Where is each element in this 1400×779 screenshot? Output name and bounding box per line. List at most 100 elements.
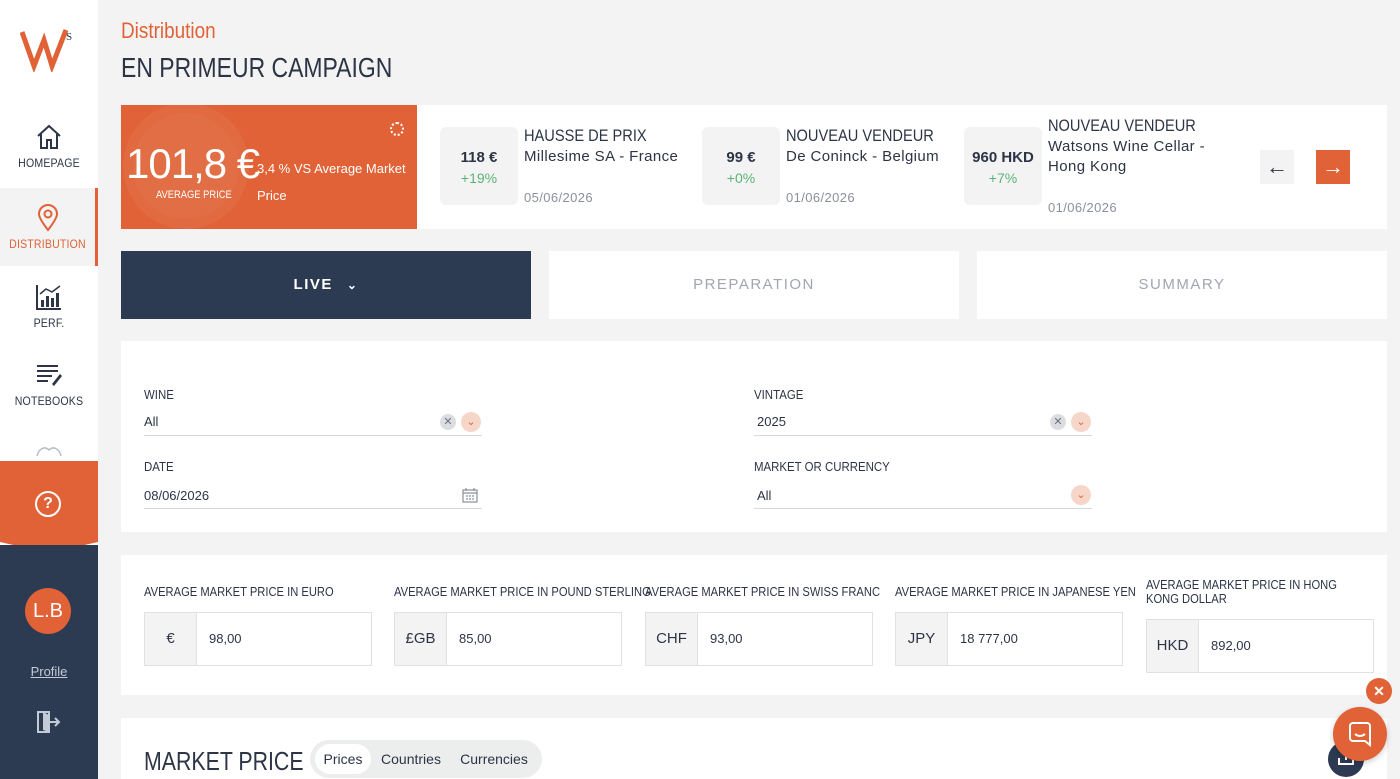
wine-label: WINE [144, 387, 174, 402]
market-select[interactable]: All [757, 488, 771, 503]
tab-summary[interactable]: SUMMARY [977, 251, 1387, 319]
nav-distribution[interactable]: DISTRIBUTION [0, 188, 98, 266]
help-icon[interactable]: ? [35, 491, 61, 517]
tab-preparation-label: PREPARATION [693, 276, 815, 293]
news-change: +0% [726, 170, 756, 186]
vintage-clear-icon[interactable]: ✕ [1050, 414, 1066, 430]
profile-link[interactable]: Profile [0, 664, 98, 679]
chevron-down-icon: ⌄ [346, 278, 359, 292]
average-vs-text: 3,4 % VS Average Market Price [257, 161, 406, 203]
news-title: NOUVEAU VENDEUR [786, 126, 934, 145]
next-arrow-button[interactable]: → [1316, 150, 1350, 184]
market-price-value: 98,00 [209, 631, 242, 646]
market-price-value: 18 777,00 [960, 631, 1018, 646]
market-price-label: AVERAGE MARKET PRICE IN SWISS FRANC [645, 584, 881, 599]
prev-arrow-button[interactable]: ← [1260, 150, 1294, 184]
nav-label-distribution: DISTRIBUTION [9, 237, 86, 251]
wine-select[interactable]: All [144, 414, 158, 429]
average-price-value: 101,8 € [126, 140, 260, 187]
market-price-section: MARKET PRICE Prices Countries Currencies [121, 718, 1387, 779]
market-price-value: 892,00 [1211, 638, 1251, 653]
date-underline [144, 508, 482, 509]
news-date: 01/06/2026 [1048, 200, 1118, 215]
close-icon[interactable]: ✕ [1366, 678, 1392, 704]
market-chevron-down-icon[interactable]: ⌄ [1071, 485, 1091, 505]
market-price-label: AVERAGE MARKET PRICE IN JAPANESE YEN [895, 584, 1136, 599]
market-label: MARKET OR CURRENCY [754, 459, 890, 474]
vintage-underline [754, 435, 1092, 436]
tab-live-label: LIVE [293, 276, 333, 293]
vintage-select[interactable]: 2025 [757, 414, 786, 429]
segment-prices[interactable]: Prices [315, 744, 371, 774]
news-value: 99 € [726, 149, 756, 166]
news-date: 01/06/2026 [786, 190, 856, 205]
help-panel: ? [0, 461, 98, 553]
currency-tag: € [145, 613, 197, 665]
notebook-icon [37, 365, 62, 386]
news-subtitle: Watsons Wine Cellar - Hong Kong [1048, 138, 1206, 175]
news-subtitle: De Coninck - Belgium [786, 148, 940, 165]
market-price-title: MARKET PRICE [144, 746, 304, 776]
news-pill: 118 € +19% [440, 127, 518, 205]
nav-perf[interactable]: PERF. [0, 282, 98, 360]
news-change: +19% [460, 170, 498, 186]
segment-countries[interactable]: Countries [373, 744, 449, 774]
wine-underline [144, 435, 482, 436]
svg-text:S: S [66, 31, 72, 43]
news-date: 05/06/2026 [524, 190, 594, 205]
news-item[interactable]: 99 € +0% NOUVEAU VENDEUR De Coninck - Be… [702, 105, 952, 229]
currency-tag: CHF [646, 613, 698, 665]
market-price-label: AVERAGE MARKET PRICE IN EURO [144, 584, 334, 599]
view-toggle: Prices Countries Currencies [310, 740, 542, 778]
nav-label-notebooks: NOTEBOOKS [14, 394, 84, 408]
partial-nav-icon[interactable] [35, 442, 63, 456]
filters-card: WINE All ✕ ⌄ VINTAGE 2025 ✕ ⌄ DATE 08/06… [121, 341, 1387, 532]
segment-currencies[interactable]: Currencies [451, 744, 537, 774]
user-panel: L.B Profile [0, 545, 98, 779]
market-price-field[interactable]: HKD 892,00 [1146, 619, 1374, 673]
news-title: NOUVEAU VENDEUR [1048, 116, 1196, 135]
news-pill: 99 € +0% [702, 127, 780, 205]
currency-tag: £GB [395, 613, 447, 665]
nav-notebooks[interactable]: NOTEBOOKS [0, 360, 98, 438]
market-price-value: 85,00 [459, 631, 492, 646]
wine-chevron-down-icon[interactable]: ⌄ [461, 412, 481, 432]
market-price-field[interactable]: CHF 93,00 [645, 612, 873, 666]
market-price-field[interactable]: JPY 18 777,00 [895, 612, 1123, 666]
market-price-label: AVERAGE MARKET PRICE IN HONG KONG DOLLAR [1146, 577, 1337, 606]
news-title: HAUSSE DE PRIX [524, 126, 647, 145]
avatar[interactable]: L.B [25, 588, 71, 634]
tab-summary-label: SUMMARY [1138, 276, 1226, 293]
news-change: +7% [988, 170, 1018, 186]
market-prices-card: AVERAGE MARKET PRICE IN EURO € 98,00 AVE… [121, 555, 1387, 695]
vintage-chevron-down-icon[interactable]: ⌄ [1071, 412, 1091, 432]
market-price-value: 93,00 [710, 631, 743, 646]
market-price-field[interactable]: € 98,00 [144, 612, 372, 666]
sidebar: S HOMEPAGE DISTRIBUTION PERF. NOTEBOOKS [0, 0, 98, 779]
market-price-field[interactable]: £GB 85,00 [394, 612, 622, 666]
brand-logo[interactable]: S [20, 26, 80, 72]
map-pin-icon [37, 204, 58, 232]
chart-icon [36, 285, 61, 310]
average-price-label: AVERAGE PRICE [156, 189, 232, 201]
nav-label-homepage: HOMEPAGE [18, 156, 80, 170]
chat-icon [1349, 722, 1371, 748]
tab-preparation[interactable]: PREPARATION [549, 251, 959, 319]
chat-button[interactable] [1333, 707, 1387, 761]
wine-clear-icon[interactable]: ✕ [440, 414, 456, 430]
news-value: 118 € [460, 149, 498, 166]
news-banner: 101,8 € AVERAGE PRICE 3,4 % VS Average M… [121, 105, 1387, 229]
news-item[interactable]: 118 € +19% HAUSSE DE PRIX Millesime SA -… [440, 105, 690, 229]
vintage-label: VINTAGE [754, 387, 804, 402]
news-item[interactable]: 960 HKD +7% NOUVEAU VENDEUR Watsons Wine… [964, 105, 1234, 229]
calendar-icon[interactable] [462, 487, 478, 503]
refresh-icon[interactable] [390, 122, 404, 136]
date-input[interactable]: 08/06/2026 [144, 488, 209, 503]
logout-icon[interactable] [35, 709, 61, 735]
breadcrumb[interactable]: Distribution [121, 18, 216, 44]
date-label: DATE [144, 459, 174, 474]
home-icon [37, 124, 61, 149]
tab-live[interactable]: LIVE ⌄ [121, 251, 531, 319]
average-price-card: 101,8 € AVERAGE PRICE 3,4 % VS Average M… [121, 105, 417, 229]
news-value: 960 HKD [972, 149, 1034, 166]
